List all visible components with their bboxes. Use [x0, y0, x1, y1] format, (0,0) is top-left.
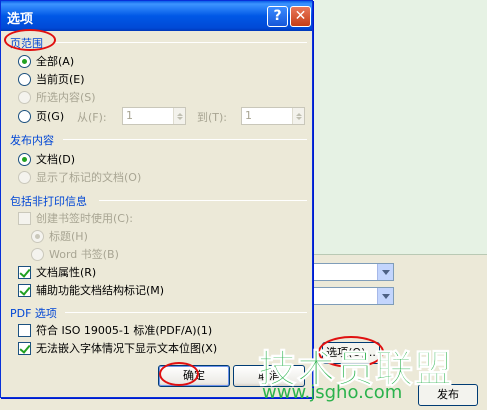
from-label: 从(F): — [77, 111, 107, 124]
create-bookmarks-label: 创建书签时使用(C): — [36, 212, 133, 225]
pdf-options-title: PDF 选项 — [10, 307, 57, 320]
doc-properties-label: 文档属性(R) — [36, 266, 97, 279]
headings-label: 标题(H) — [49, 230, 88, 243]
watermark-url: www.jsgho.com — [262, 382, 403, 403]
structure-tags-label: 辅助功能文档结构标记(M) — [36, 284, 165, 297]
chevron-down-icon[interactable] — [377, 264, 393, 280]
radio-selection-label: 所选内容(S) — [36, 91, 96, 104]
checkbox-icon[interactable] — [18, 323, 31, 337]
radio-all-label: 全部(A) — [36, 55, 75, 68]
check-create-bookmarks: 创建书签时使用(C): — [18, 210, 133, 226]
nonprint-title: 包括非打印信息 — [10, 195, 87, 208]
radio-icon[interactable] — [18, 72, 31, 86]
dialog-title: 选项 — [7, 12, 34, 27]
close-button[interactable]: ✕ — [290, 6, 311, 27]
checkbox-checked-icon[interactable] — [18, 283, 31, 297]
checkbox-checked-icon[interactable] — [18, 265, 31, 279]
radio-all[interactable]: 全部(A) — [18, 53, 74, 69]
publish-what-title: 发布内容 — [10, 134, 54, 147]
checkbox-icon — [18, 211, 31, 225]
to-label: 到(T): — [197, 111, 228, 124]
from-spinner: 1 — [122, 107, 186, 125]
page-range-title: 页范围 — [10, 37, 43, 50]
radio-pages-label: 页(G) — [36, 110, 65, 123]
preview-pane — [312, 0, 487, 255]
radio-document-label: 文档(D) — [36, 153, 76, 166]
bitmap-label: 无法嵌入字体情况下显示文本位图(X) — [36, 342, 218, 355]
radio-document[interactable]: 文档(D) — [18, 151, 75, 167]
radio-markup-label: 显示了标记的文档(O) — [36, 171, 142, 184]
check-iso-pdfa[interactable]: 符合 ISO 19005-1 标准(PDF/A)(1) — [18, 322, 212, 338]
background-combo-1[interactable] — [312, 263, 394, 281]
radio-icon — [18, 90, 31, 104]
iso-label: 符合 ISO 19005-1 标准(PDF/A)(1) — [36, 324, 213, 337]
divider — [53, 42, 307, 43]
radio-current-page[interactable]: 当前页(E) — [18, 71, 85, 87]
radio-selection: 所选内容(S) — [18, 89, 96, 105]
help-button[interactable]: ? — [267, 6, 288, 27]
radio-selected-icon[interactable] — [18, 54, 31, 68]
divider — [63, 139, 307, 140]
checkbox-checked-icon[interactable] — [18, 341, 31, 355]
to-value: 1 — [245, 109, 252, 122]
background-combo-2[interactable] — [312, 287, 394, 305]
radio-selected-icon[interactable] — [18, 152, 31, 166]
radio-pages[interactable]: 页(G) — [18, 108, 64, 124]
radio-selected-icon — [31, 229, 44, 243]
radio-word-bookmarks: Word 书签(B) — [31, 246, 119, 262]
check-document-properties[interactable]: 文档属性(R) — [18, 264, 96, 280]
dialog-titlebar[interactable]: 选项 ? ✕ — [1, 1, 312, 31]
check-structure-tags[interactable]: 辅助功能文档结构标记(M) — [18, 282, 164, 298]
radio-icon[interactable] — [18, 109, 31, 123]
radio-current-label: 当前页(E) — [36, 73, 85, 86]
to-spinner: 1 — [241, 107, 305, 125]
word-bookmarks-label: Word 书签(B) — [49, 248, 119, 261]
spin-arrows-icon — [292, 108, 304, 124]
radio-icon — [31, 247, 44, 261]
from-value: 1 — [126, 109, 133, 122]
divider — [65, 312, 307, 313]
spin-arrows-icon — [173, 108, 185, 124]
radio-headings: 标题(H) — [31, 228, 88, 244]
ok-button[interactable]: 确定 — [158, 365, 230, 387]
radio-icon — [18, 170, 31, 184]
check-bitmap-text[interactable]: 无法嵌入字体情况下显示文本位图(X) — [18, 340, 217, 356]
chevron-down-icon[interactable] — [377, 288, 393, 304]
divider — [99, 200, 307, 201]
radio-markup-document: 显示了标记的文档(O) — [18, 169, 141, 185]
